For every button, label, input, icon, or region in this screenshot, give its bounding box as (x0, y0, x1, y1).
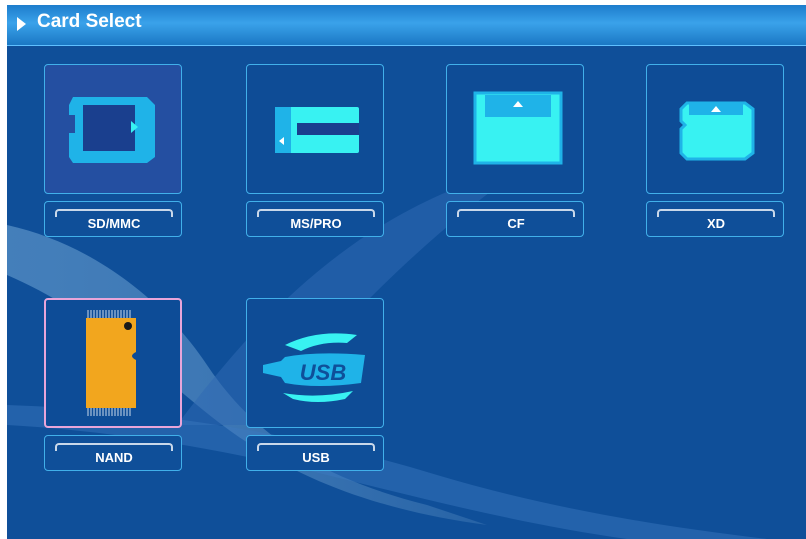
xd-label: XD (706, 216, 726, 231)
cf-card-tile[interactable] (446, 64, 584, 194)
mspro-card-tile[interactable] (246, 64, 384, 194)
nand-card-tile[interactable] (44, 298, 182, 428)
sd-card-icon (69, 97, 155, 163)
xd-label-plate[interactable]: XD (646, 201, 784, 237)
cf-label-plate[interactable]: CF (446, 201, 584, 237)
usb-device-tile[interactable]: USB (246, 298, 384, 428)
memory-stick-icon (275, 107, 359, 153)
card-select-screen: Card Select SD/MMC MS/PRO CF XD NAND USB… (7, 5, 806, 539)
usb-label-plate[interactable]: USB (246, 435, 384, 471)
sdmmc-label: SD/MMC (87, 216, 141, 231)
sdmmc-card-tile[interactable] (44, 64, 182, 194)
title-arrow-icon (17, 17, 26, 31)
xd-card-tile[interactable] (646, 64, 784, 194)
nand-chip-icon (86, 310, 136, 416)
nand-label-plate[interactable]: NAND (44, 435, 182, 471)
compact-flash-icon (473, 91, 563, 165)
xd-card-icon (679, 101, 755, 161)
cf-label: CF (507, 216, 525, 231)
sdmmc-label-plate[interactable]: SD/MMC (44, 201, 182, 237)
mspro-label: MS/PRO (290, 216, 342, 231)
usb-icon: USB (263, 333, 365, 402)
page-title: Card Select (37, 11, 142, 32)
usb-label: USB (302, 450, 330, 465)
usb-logo-text: USB (300, 360, 347, 385)
mspro-label-plate[interactable]: MS/PRO (246, 201, 384, 237)
nand-label: NAND (95, 450, 133, 465)
title-bar: Card Select (7, 5, 806, 46)
